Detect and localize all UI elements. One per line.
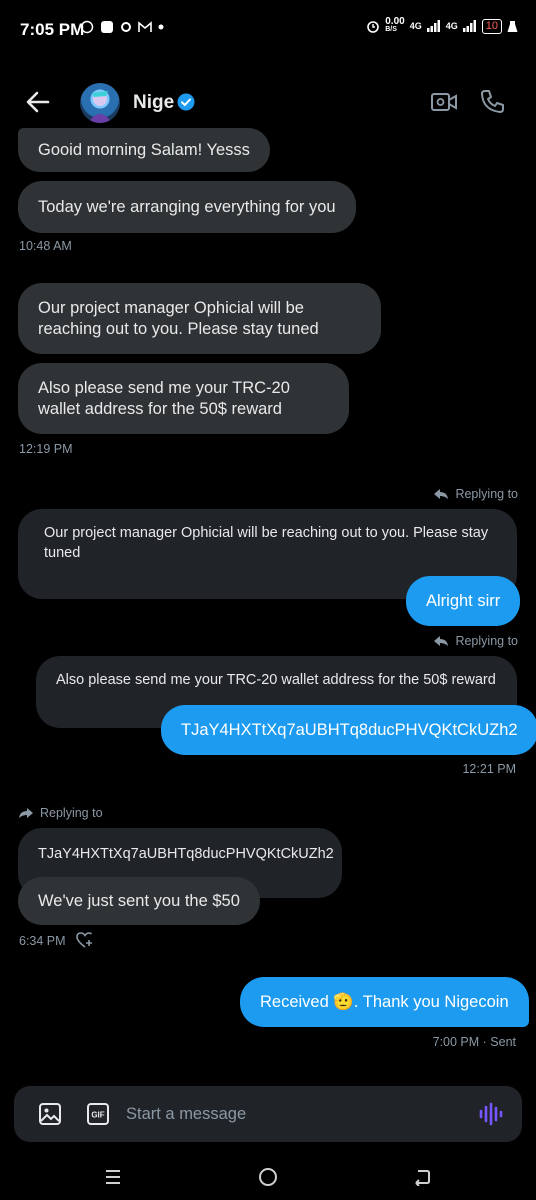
message-input[interactable]	[126, 1102, 456, 1126]
signal-icon	[426, 20, 440, 32]
gif-icon[interactable]: GIF	[86, 1102, 110, 1126]
status-time: 7:05 PM	[20, 20, 85, 39]
replying-to-indicator: Replying to	[18, 806, 103, 820]
battery-indicator: 10	[481, 18, 502, 34]
message-bubble-incoming[interactable]: Gooid morning Salam! Yesss	[18, 128, 270, 172]
charging-flask-icon	[507, 20, 518, 32]
recents-menu-icon[interactable]	[104, 1168, 122, 1186]
message-timestamp: 12:21 PM	[462, 762, 516, 776]
message-bubble-outgoing[interactable]: Received 🫡. Thank you Nigecoin	[240, 977, 529, 1027]
status-bar: 7:05 PM 0.00 B/S 4G 4G 10	[0, 0, 536, 60]
message-timestamp: 6:34 PM	[19, 934, 66, 948]
reply-arrow-icon	[434, 489, 449, 499]
notification-icons	[80, 20, 164, 34]
contact-name[interactable]: Nige	[133, 92, 174, 114]
message-bubble-incoming[interactable]: Our project manager Ophicial will be rea…	[18, 283, 381, 354]
network-type-2: 4G	[445, 21, 458, 31]
avatar-image	[88, 91, 112, 123]
message-text: Alright sirr	[426, 591, 501, 610]
message-timestamp: 7:00 PM · Sent	[432, 1035, 516, 1049]
add-reaction-icon[interactable]	[75, 931, 95, 949]
replying-to-indicator: Replying to	[433, 634, 518, 648]
message-timestamp: 10:48 AM	[19, 239, 72, 253]
message-text: Gooid morning Salam! Yesss	[38, 140, 250, 159]
reply-arrow-icon	[434, 636, 449, 646]
whatsapp-icon	[80, 20, 94, 34]
message-timestamp: 12:19 PM	[19, 442, 73, 456]
verified-badge-icon	[177, 93, 195, 111]
message-bubble-outgoing[interactable]: Alright sirr	[406, 576, 521, 626]
message-text: Today we're arranging everything for you	[38, 197, 336, 216]
sync-icon	[121, 22, 131, 32]
home-circle-icon[interactable]	[259, 1168, 277, 1186]
phone-icon[interactable]	[480, 88, 506, 114]
message-text: Our project manager Ophicial will be rea…	[38, 298, 319, 338]
conversation-header: Nige	[0, 70, 536, 134]
alarm-icon	[367, 21, 380, 33]
back-arrow-nav-icon[interactable]	[413, 1168, 431, 1186]
message-bubble-incoming[interactable]: We've just sent you the $50	[18, 877, 260, 925]
net-speed: 0.00 B/S	[385, 16, 405, 34]
quoted-text: Also please send me your TRC-20 wallet a…	[56, 672, 496, 688]
replying-to-indicator: Replying to	[433, 487, 518, 501]
network-type-1: 4G	[409, 21, 422, 31]
quoted-text: Our project manager Ophicial will be rea…	[44, 525, 489, 561]
message-text: TJaY4HXTtXq7aUBHTq8ducPHVQKtCkUZh2	[181, 720, 518, 739]
message-text: Received 🫡. Thank you Nigecoin	[260, 992, 509, 1011]
svg-text:GIF: GIF	[91, 1111, 104, 1120]
message-composer: GIF	[14, 1086, 522, 1142]
message-bubble-incoming[interactable]: Also please send me your TRC-20 wallet a…	[18, 363, 349, 434]
status-right: 0.00 B/S 4G 4G 10	[366, 16, 518, 34]
gmail-icon	[138, 21, 152, 32]
app-square-icon	[101, 21, 113, 33]
reply-arrow-icon	[19, 808, 33, 818]
arrow-left-icon[interactable]	[24, 88, 52, 116]
message-text: Also please send me your TRC-20 wallet a…	[38, 378, 290, 418]
video-call-icon[interactable]	[430, 90, 458, 114]
image-icon[interactable]	[38, 1102, 62, 1126]
message-text: We've just sent you the $50	[38, 891, 240, 910]
message-bubble-outgoing[interactable]: TJaY4HXTtXq7aUBHTq8ducPHVQKtCkUZh2	[161, 705, 536, 755]
quoted-text: TJaY4HXTtXq7aUBHTq8ducPHVQKtCkUZh2	[38, 846, 334, 862]
message-bubble-incoming[interactable]: Today we're arranging everything for you	[18, 181, 356, 233]
system-nav-bar	[0, 1150, 536, 1200]
more-notifications-dot-icon	[158, 24, 164, 30]
avatar[interactable]	[80, 83, 120, 123]
signal-icon-2	[462, 20, 476, 32]
voice-wave-icon[interactable]	[478, 1101, 504, 1127]
